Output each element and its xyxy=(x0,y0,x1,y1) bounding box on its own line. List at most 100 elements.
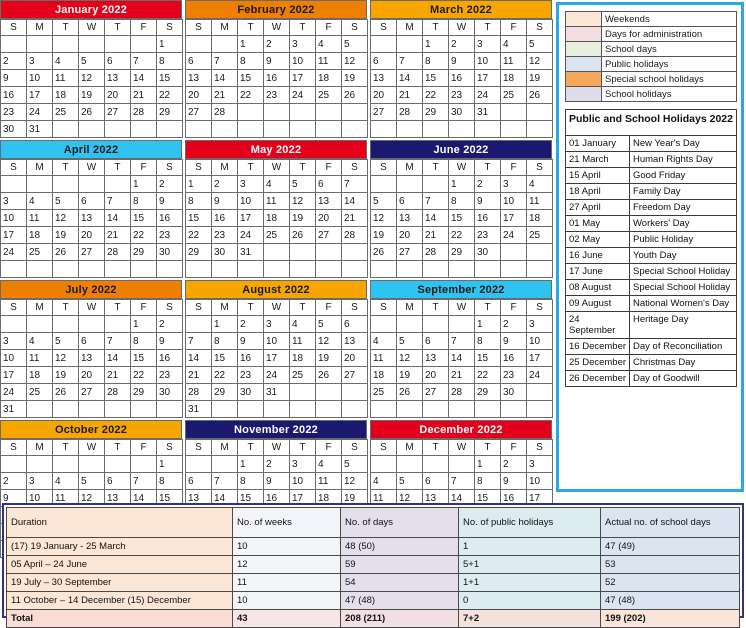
day-cell[interactable]: 10 xyxy=(26,69,53,87)
day-cell[interactable]: 12 xyxy=(526,52,553,70)
day-cell[interactable]: 3 xyxy=(289,455,316,473)
day-cell[interactable]: 24 xyxy=(500,226,527,244)
day-cell[interactable]: 9 xyxy=(500,332,527,350)
day-cell[interactable]: 7 xyxy=(341,175,368,193)
day-cell[interactable]: 21 xyxy=(422,226,449,244)
day-cell[interactable]: 25 xyxy=(526,226,553,244)
day-cell[interactable]: 27 xyxy=(78,243,105,261)
day-cell[interactable]: 13 xyxy=(341,332,368,350)
day-cell[interactable]: 25 xyxy=(500,86,527,104)
day-cell[interactable]: 29 xyxy=(448,243,475,261)
day-cell[interactable]: 17 xyxy=(237,209,264,227)
day-cell[interactable]: 21 xyxy=(448,366,475,384)
day-cell[interactable]: 7 xyxy=(396,52,423,70)
day-cell[interactable]: 7 xyxy=(185,332,212,350)
day-cell[interactable]: 27 xyxy=(396,243,423,261)
day-cell[interactable]: 14 xyxy=(341,192,368,210)
day-cell[interactable]: 22 xyxy=(474,366,501,384)
day-cell[interactable]: 2 xyxy=(263,35,290,53)
day-cell[interactable]: 15 xyxy=(474,349,501,367)
day-cell[interactable]: 15 xyxy=(211,349,238,367)
day-cell[interactable]: 9 xyxy=(156,192,183,210)
day-cell[interactable]: 17 xyxy=(0,226,27,244)
day-cell[interactable]: 22 xyxy=(130,226,157,244)
day-cell[interactable]: 20 xyxy=(78,366,105,384)
day-cell[interactable]: 13 xyxy=(422,349,449,367)
day-cell[interactable]: 1 xyxy=(156,455,183,473)
day-cell[interactable]: 23 xyxy=(211,226,238,244)
day-cell[interactable]: 9 xyxy=(156,332,183,350)
day-cell[interactable]: 16 xyxy=(474,209,501,227)
day-cell[interactable]: 4 xyxy=(315,455,342,473)
day-cell[interactable]: 5 xyxy=(52,332,79,350)
day-cell[interactable]: 3 xyxy=(474,35,501,53)
day-cell[interactable]: 11 xyxy=(526,192,553,210)
day-cell[interactable]: 25 xyxy=(315,86,342,104)
day-cell[interactable]: 8 xyxy=(448,192,475,210)
day-cell[interactable]: 5 xyxy=(341,455,368,473)
day-cell[interactable]: 25 xyxy=(52,103,79,121)
day-cell[interactable]: 25 xyxy=(370,383,397,401)
day-cell[interactable]: 13 xyxy=(185,69,212,87)
day-cell[interactable]: 4 xyxy=(263,175,290,193)
day-cell[interactable]: 2 xyxy=(156,315,183,333)
day-cell[interactable]: 22 xyxy=(237,86,264,104)
day-cell[interactable]: 23 xyxy=(237,366,264,384)
day-cell[interactable]: 6 xyxy=(341,315,368,333)
day-cell[interactable]: 12 xyxy=(52,349,79,367)
day-cell[interactable]: 8 xyxy=(422,52,449,70)
day-cell[interactable]: 6 xyxy=(185,52,212,70)
day-cell[interactable]: 10 xyxy=(289,52,316,70)
day-cell[interactable]: 10 xyxy=(237,192,264,210)
day-cell[interactable]: 2 xyxy=(448,35,475,53)
day-cell[interactable]: 19 xyxy=(396,366,423,384)
day-cell[interactable]: 22 xyxy=(130,366,157,384)
day-cell[interactable]: 17 xyxy=(474,69,501,87)
day-cell[interactable]: 5 xyxy=(315,315,342,333)
day-cell[interactable]: 1 xyxy=(185,175,212,193)
day-cell[interactable]: 19 xyxy=(370,226,397,244)
day-cell[interactable]: 23 xyxy=(448,86,475,104)
day-cell[interactable]: 8 xyxy=(130,192,157,210)
day-cell[interactable]: 30 xyxy=(211,243,238,261)
day-cell[interactable]: 16 xyxy=(448,69,475,87)
day-cell[interactable]: 5 xyxy=(370,192,397,210)
day-cell[interactable]: 6 xyxy=(422,332,449,350)
day-cell[interactable]: 6 xyxy=(396,192,423,210)
day-cell[interactable]: 9 xyxy=(263,52,290,70)
day-cell[interactable]: 3 xyxy=(26,472,53,490)
day-cell[interactable]: 2 xyxy=(237,315,264,333)
day-cell[interactable]: 23 xyxy=(0,103,27,121)
day-cell[interactable]: 12 xyxy=(52,209,79,227)
day-cell[interactable]: 18 xyxy=(315,69,342,87)
day-cell[interactable]: 4 xyxy=(26,332,53,350)
day-cell[interactable]: 1 xyxy=(448,175,475,193)
day-cell[interactable]: 14 xyxy=(211,69,238,87)
day-cell[interactable]: 19 xyxy=(315,349,342,367)
day-cell[interactable]: 24 xyxy=(526,366,553,384)
day-cell[interactable]: 5 xyxy=(78,52,105,70)
day-cell[interactable]: 5 xyxy=(289,175,316,193)
day-cell[interactable]: 25 xyxy=(26,243,53,261)
day-cell[interactable]: 4 xyxy=(52,52,79,70)
day-cell[interactable]: 20 xyxy=(104,86,131,104)
day-cell[interactable]: 24 xyxy=(474,86,501,104)
day-cell[interactable]: 20 xyxy=(341,349,368,367)
day-cell[interactable]: 1 xyxy=(474,315,501,333)
day-cell[interactable]: 22 xyxy=(422,86,449,104)
day-cell[interactable]: 24 xyxy=(26,103,53,121)
day-cell[interactable]: 7 xyxy=(211,52,238,70)
day-cell[interactable]: 27 xyxy=(185,103,212,121)
day-cell[interactable]: 10 xyxy=(0,349,27,367)
day-cell[interactable]: 13 xyxy=(370,69,397,87)
day-cell[interactable]: 10 xyxy=(289,472,316,490)
day-cell[interactable]: 7 xyxy=(422,192,449,210)
day-cell[interactable]: 6 xyxy=(422,472,449,490)
day-cell[interactable]: 27 xyxy=(341,366,368,384)
day-cell[interactable]: 10 xyxy=(474,52,501,70)
day-cell[interactable]: 19 xyxy=(78,86,105,104)
day-cell[interactable]: 5 xyxy=(341,35,368,53)
day-cell[interactable]: 14 xyxy=(185,349,212,367)
day-cell[interactable]: 3 xyxy=(237,175,264,193)
day-cell[interactable]: 16 xyxy=(156,349,183,367)
